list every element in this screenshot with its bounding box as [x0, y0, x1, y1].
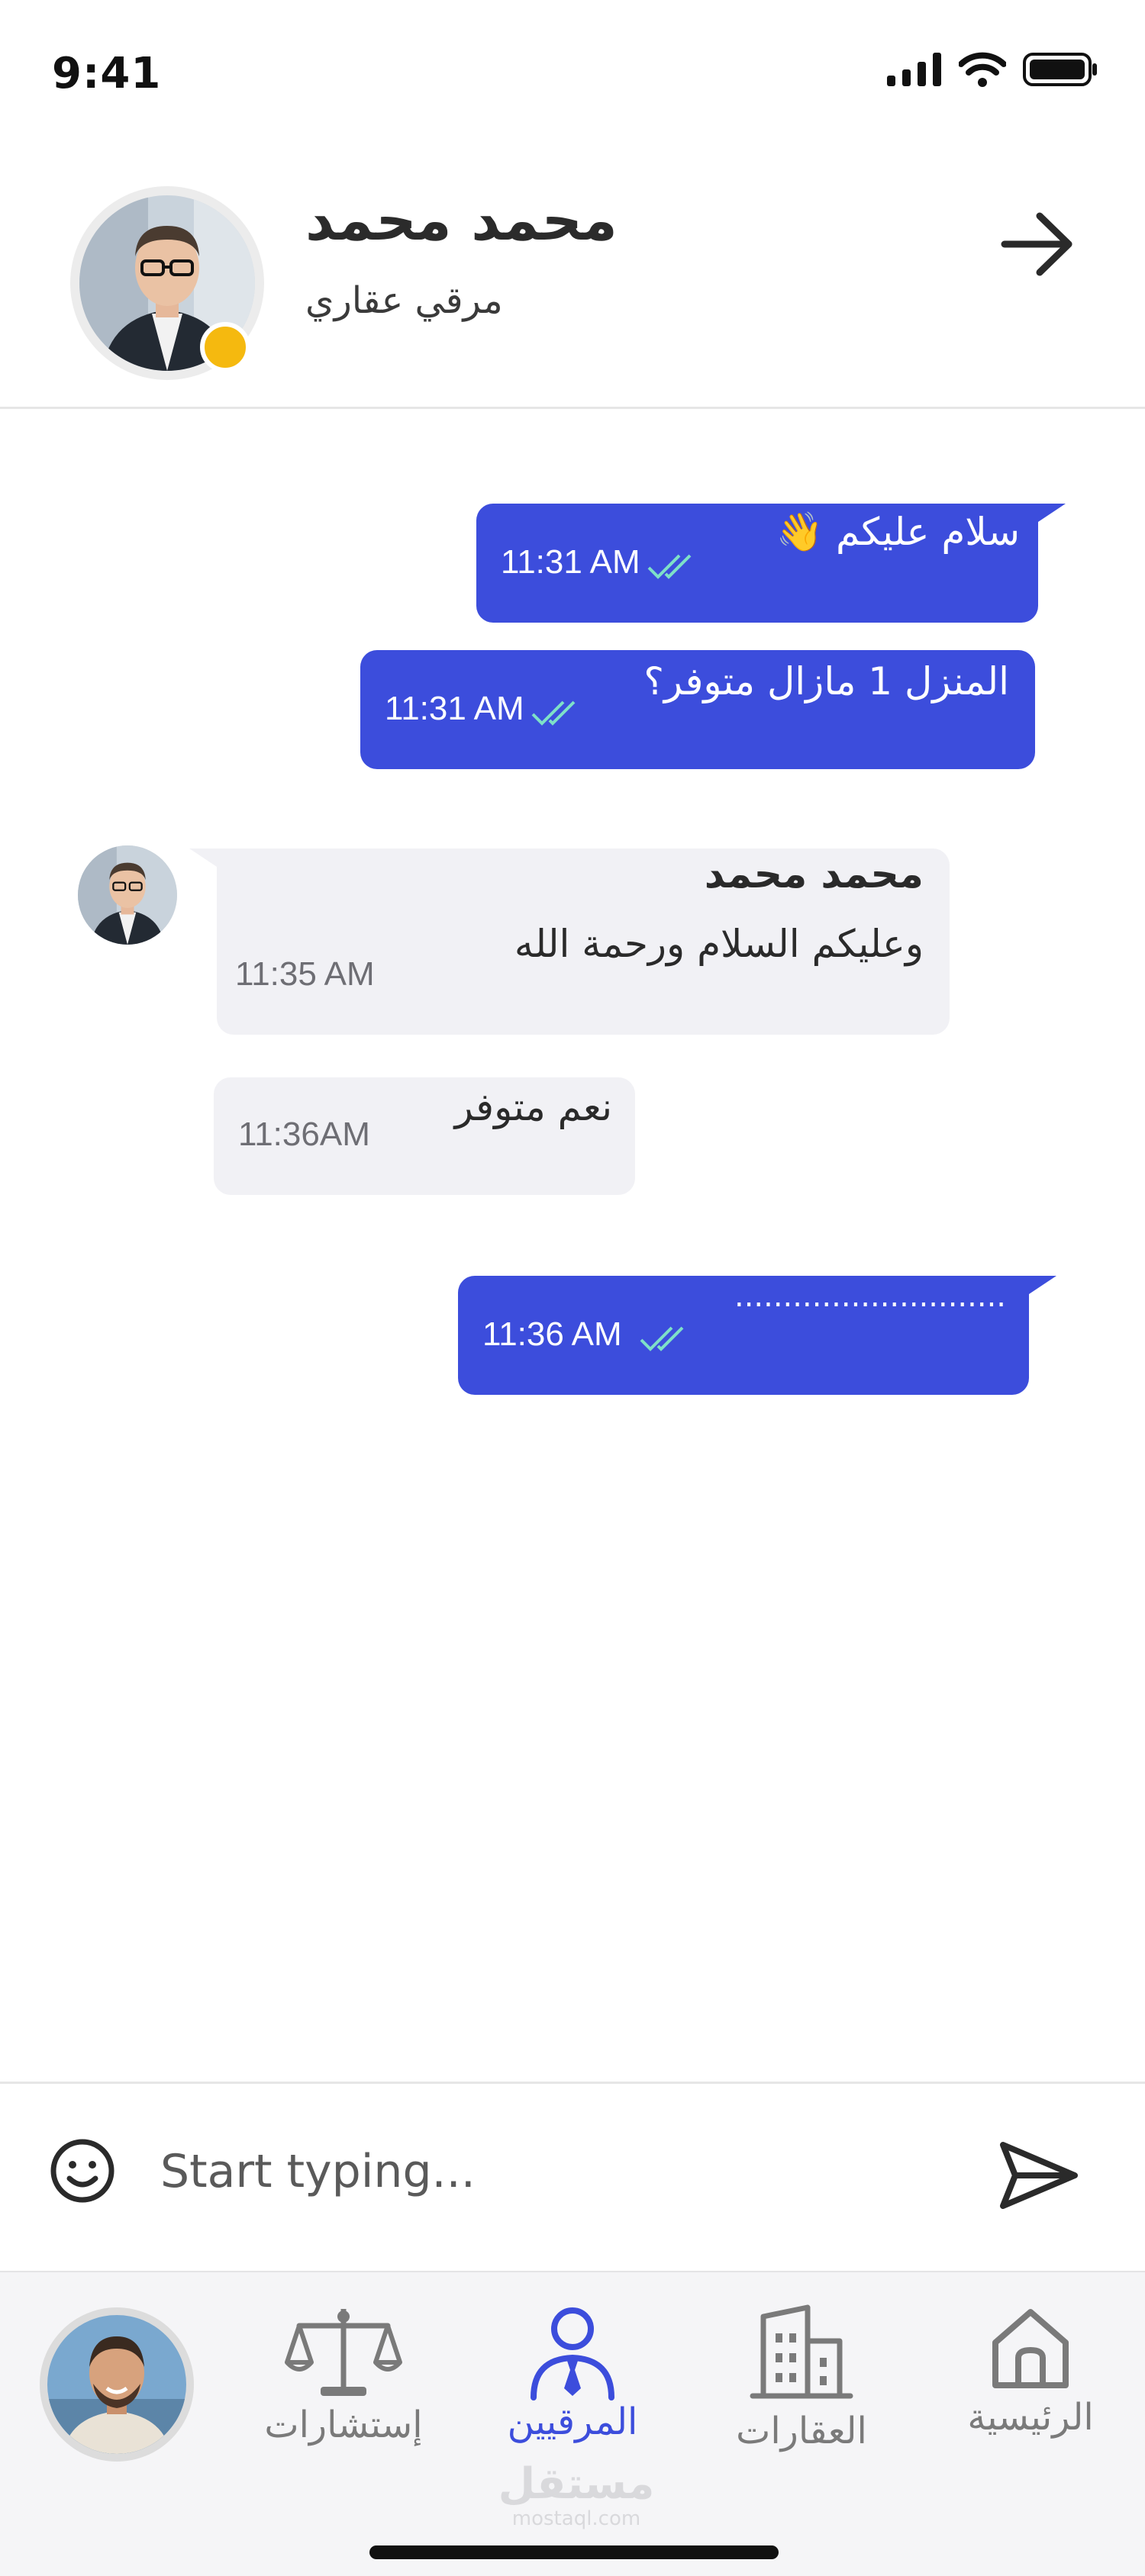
- message-bubble-incoming[interactable]: نعم متوفر 11:36AM: [214, 1077, 635, 1195]
- nav-label: الرئيسية: [967, 2396, 1094, 2439]
- message-text: ............................: [734, 1279, 1006, 1314]
- scale-icon: [285, 2309, 402, 2396]
- wifi-icon: [959, 52, 1006, 87]
- message-time: 11:36AM: [238, 1116, 370, 1153]
- bubble-tail: [189, 848, 235, 879]
- emoji-button[interactable]: [44, 2133, 121, 2209]
- nav-label: المرقيين: [507, 2401, 638, 2443]
- nav-item-promoters[interactable]: المرقيين: [477, 2303, 668, 2478]
- bottom-navigation: إستشارات المرقيين العقارات الرئيسية مستق…: [0, 2271, 1145, 2576]
- sender-avatar[interactable]: [78, 845, 177, 945]
- contact-name: محمد محمد: [305, 188, 618, 253]
- message-text: نعم متوفر: [454, 1085, 612, 1129]
- message-bubble-incoming[interactable]: محمد محمد وعليكم السلام ورحمة الله 11:35…: [189, 848, 950, 1035]
- send-icon: [1000, 2142, 1078, 2209]
- message-bubble-outgoing[interactable]: ............................ 11:36 AM: [458, 1276, 1056, 1395]
- message-bubble-outgoing[interactable]: المنزل 1 مازال متوفر؟ 11:31 AM: [360, 650, 1035, 769]
- user-tie-icon: [531, 2307, 614, 2401]
- profile-avatar-button[interactable]: [40, 2307, 194, 2462]
- double-check-icon: [647, 554, 692, 579]
- online-status-dot: [200, 322, 250, 372]
- nav-item-properties[interactable]: العقارات: [706, 2303, 897, 2478]
- message-composer: [0, 2082, 1145, 2271]
- double-check-icon: [640, 1326, 684, 1351]
- message-time: 11:31 AM: [385, 690, 524, 727]
- buildings-icon: [750, 2304, 853, 2399]
- nav-label: إستشارات: [264, 2404, 423, 2446]
- status-bar: 9:41: [0, 0, 1145, 145]
- status-time: 9:41: [52, 49, 162, 98]
- contact-role: مرقي عقاري: [305, 279, 503, 322]
- chat-header: محمد محمد مرقي عقاري: [0, 145, 1145, 409]
- home-icon: [992, 2309, 1069, 2388]
- double-check-icon: [531, 700, 576, 726]
- message-bubble-outgoing[interactable]: سلام عليكم 👋 11:31 AM: [476, 504, 1066, 623]
- arrow-right-icon: [1001, 212, 1072, 276]
- message-text: سلام عليكم 👋: [776, 510, 1020, 554]
- nav-item-home[interactable]: الرئيسية: [935, 2303, 1126, 2478]
- home-indicator[interactable]: [369, 2545, 779, 2559]
- message-time: 11:36 AM: [482, 1315, 622, 1353]
- watermark-latin: mostaql.com: [511, 2507, 641, 2530]
- nav-label: العقارات: [736, 2410, 867, 2452]
- smiley-icon: [50, 2139, 114, 2203]
- profile-photo: [47, 2315, 186, 2454]
- back-button[interactable]: [992, 198, 1084, 290]
- watermark-arabic: مستقل: [498, 2459, 655, 2509]
- battery-icon: [1023, 53, 1097, 86]
- cellular-signal-icon: [887, 53, 941, 86]
- message-text: وعليكم السلام ورحمة الله: [514, 922, 924, 966]
- status-icons: [887, 52, 1099, 87]
- bubble-tail: [1011, 1276, 1056, 1306]
- message-time: 11:31 AM: [501, 543, 640, 581]
- nav-item-consultations[interactable]: إستشارات: [248, 2303, 439, 2478]
- message-input[interactable]: [160, 2130, 924, 2214]
- message-text: المنزل 1 مازال متوفر؟: [643, 659, 1009, 704]
- send-button[interactable]: [992, 2130, 1084, 2221]
- bubble-tail: [1020, 504, 1066, 534]
- watermark: مستقل mostaql.com: [492, 2459, 660, 2531]
- message-time: 11:35 AM: [235, 955, 375, 993]
- sender-name: محمد محمد: [704, 852, 924, 897]
